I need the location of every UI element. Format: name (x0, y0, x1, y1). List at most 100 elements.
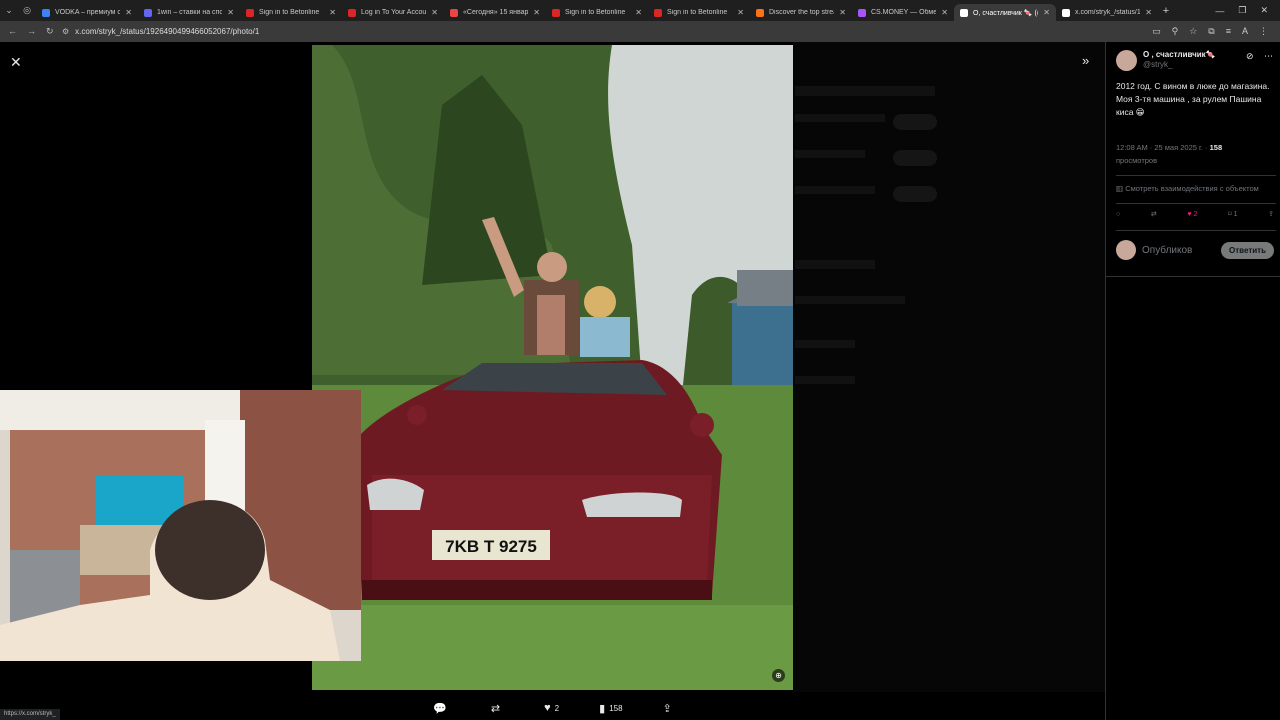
share-stat[interactable]: ⇪ (1268, 210, 1274, 218)
cast-icon[interactable]: ▭ (1152, 26, 1161, 37)
divider (1116, 230, 1276, 231)
tab-title: VODKA – премиум онл (55, 9, 121, 16)
browser-tab-bar: ⌄ ◎ VODKA – премиум онл✕1win – ставки на… (0, 0, 1280, 21)
grok-icon[interactable]: ⊘ (1246, 51, 1254, 62)
browser-tab[interactable]: Discover the top stream ✕ (750, 4, 852, 21)
url-field[interactable]: ⚙ x.com/stryk_/status/192649049946605206… (62, 27, 1152, 36)
browser-tab[interactable]: Sign in to Betonline ✕ (648, 4, 750, 21)
tab-close-icon[interactable]: ✕ (227, 8, 234, 17)
tab-favicon-icon (450, 8, 458, 17)
collapse-panel-icon[interactable]: » (1082, 53, 1089, 68)
close-viewer-icon[interactable]: ✕ (10, 54, 22, 71)
divider (1106, 276, 1280, 277)
reply-action[interactable]: 💬 (433, 702, 451, 715)
tab-close-icon[interactable]: ✕ (431, 8, 438, 17)
like-stat[interactable]: ♥ 2 (1187, 210, 1197, 218)
address-bar: ← → ↻ ⚙ x.com/stryk_/status/192649049946… (0, 21, 1280, 42)
tab-close-icon[interactable]: ✕ (839, 8, 846, 17)
bookmark-stat[interactable]: ⌑ 1 (1228, 210, 1238, 219)
like-action[interactable]: ♥ 2 (544, 702, 559, 714)
tab-favicon-icon (756, 8, 764, 17)
reply-stat[interactable]: ○ (1116, 210, 1120, 218)
tweet-meta: 12:08 AM · 25 мая 2025 г. · 158 просмотр… (1116, 141, 1276, 167)
menu-icon[interactable]: ≡ (1226, 26, 1231, 37)
profile-icon[interactable]: A (1242, 26, 1248, 37)
tab-group-icon[interactable]: ◎ (18, 0, 36, 21)
tweet-author[interactable]: О , счастливчик🍬 @stryk_ (1116, 50, 1216, 71)
browser-tab[interactable]: О, счастливчик 🍬 (@st ✕ (954, 4, 1056, 21)
repost-action[interactable]: ⇄ (491, 702, 504, 715)
new-tab-button[interactable]: + (1158, 5, 1174, 17)
tab-close-icon[interactable]: ✕ (635, 8, 642, 17)
tab-title: Log in To Your Account | (361, 9, 427, 16)
zoom-icon[interactable]: ⚲ (1172, 26, 1179, 37)
author-avatar[interactable] (1116, 50, 1137, 71)
reply-composer: Опубликов Ответить (1116, 240, 1274, 260)
share-action[interactable]: ⇪ (663, 702, 672, 715)
browser-tab[interactable]: Sign in to Betonline ✕ (546, 4, 648, 21)
tweet-side-panel: О , счастливчик🍬 @stryk_ ⊘ ⋯ 2012 год. С… (1105, 42, 1280, 720)
browser-tab[interactable]: «Сегодня» 15 января 20 ✕ (444, 4, 546, 21)
tab-close-icon[interactable]: ✕ (329, 8, 336, 17)
tab-title: «Сегодня» 15 января 20 (463, 9, 529, 16)
divider (1116, 203, 1276, 204)
tab-favicon-icon (654, 8, 662, 17)
browser-tab[interactable]: Sign in to Betonline ✕ (240, 4, 342, 21)
tab-search-icon[interactable]: ⌄ (0, 0, 18, 21)
tab-title: Discover the top stream (769, 9, 834, 16)
tab-close-icon[interactable]: ✕ (737, 8, 744, 17)
more-menu-icon[interactable]: ⋮ (1259, 26, 1268, 37)
webcam-overlay (0, 390, 361, 661)
browser-tab[interactable]: VODKA – премиум онл ✕ (36, 4, 138, 21)
url-text: x.com/stryk_/status/1926490499466052067/… (75, 27, 260, 36)
chart-icon: ▥ (1116, 184, 1124, 193)
tab-close-icon[interactable]: ✕ (941, 8, 948, 17)
tab-title: 1win – ставки на спорт (157, 9, 223, 16)
tab-close-icon[interactable]: ✕ (533, 8, 540, 17)
tab-close-icon[interactable]: ✕ (1043, 8, 1050, 17)
views-count: 158 (1209, 143, 1223, 152)
tweet-text: 2012 год. С вином в люке до магазина. Мо… (1116, 81, 1270, 117)
browser-tab[interactable]: x.com/stryk_/status/195 ✕ (1056, 4, 1158, 21)
bookmark-star-icon[interactable]: ☆ (1189, 26, 1197, 37)
reply-icon: ○ (1116, 210, 1121, 218)
tab-title: x.com/stryk_/status/195 (1075, 9, 1141, 16)
views-action[interactable]: ▮ 158 (599, 702, 622, 715)
reply-input[interactable]: Опубликов (1142, 245, 1215, 256)
maximize-icon[interactable]: ❐ (1238, 5, 1246, 16)
status-bar-url: https://x.com/stryk_ (0, 709, 60, 720)
dimmed-background (793, 42, 1105, 692)
tab-close-icon[interactable]: ✕ (125, 8, 132, 17)
tab-favicon-icon (246, 8, 254, 17)
minimize-icon[interactable]: — (1215, 6, 1224, 16)
close-window-icon[interactable]: ✕ (1260, 5, 1268, 16)
tab-close-icon[interactable]: ✕ (1145, 8, 1152, 17)
tab-favicon-icon (348, 8, 356, 17)
tab-favicon-icon (960, 8, 968, 17)
reload-icon[interactable]: ↻ (46, 26, 54, 37)
extensions-icon[interactable]: ⧉ (1208, 26, 1214, 37)
tab-favicon-icon (144, 8, 152, 17)
tweet-photo[interactable]: 7KB T 9275 ⊕ (312, 45, 793, 690)
tweet-time[interactable]: 12:08 AM · 25 мая 2025 г. · (1116, 143, 1208, 152)
tab-title: CS.MONEY — Обмен ск (871, 9, 937, 16)
photo-scene: 7KB T 9275 (312, 45, 793, 690)
browser-tab[interactable]: CS.MONEY — Обмен ск ✕ (852, 4, 954, 21)
more-options-icon[interactable]: ⋯ (1264, 51, 1273, 62)
author-handle[interactable]: @stryk_ (1143, 60, 1216, 69)
tweet-stats: ○ ⇄ ♥ 2 ⌑ 1 ⇪ (1116, 210, 1274, 219)
reply-button[interactable]: Ответить (1221, 241, 1274, 259)
media-info-icon[interactable]: ⊕ (772, 669, 785, 682)
user-avatar (1116, 240, 1136, 260)
viewer-action-bar: 💬 ⇄ ♥ 2 ▮ 158 ⇪ (0, 696, 1105, 720)
tab-title: Sign in to Betonline (565, 9, 626, 16)
back-icon[interactable]: ← (8, 26, 17, 37)
tab-favicon-icon (1062, 8, 1070, 17)
site-info-icon[interactable]: ⚙ (62, 27, 69, 36)
browser-tab[interactable]: 1win – ставки на спорт ✕ (138, 4, 240, 21)
repost-stat[interactable]: ⇄ (1151, 210, 1157, 218)
author-name[interactable]: О , счастливчик🍬 (1143, 50, 1216, 59)
view-interactions-link[interactable]: ▥ Смотреть взаимодействия с объектом (1116, 184, 1280, 193)
forward-icon[interactable]: → (27, 26, 36, 37)
browser-tab[interactable]: Log in To Your Account | ✕ (342, 4, 444, 21)
